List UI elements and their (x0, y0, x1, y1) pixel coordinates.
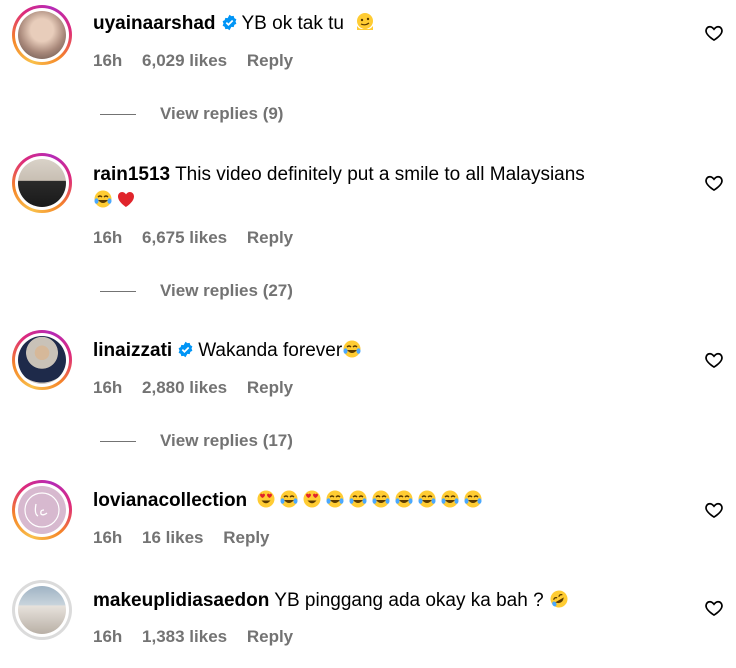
heart-outline-icon[interactable] (704, 500, 724, 520)
comment-text-line: linaizzati Wakanda forever (93, 338, 365, 364)
view-replies-button[interactable]: View replies (27) (100, 281, 293, 301)
reply-button[interactable]: Reply (247, 51, 293, 70)
comment-meta: 16h 2,880 likes Reply (93, 378, 308, 398)
view-replies-button[interactable]: View replies (9) (100, 104, 283, 124)
tears-of-joy-emoji (94, 190, 112, 208)
avatar-story-ring[interactable] (12, 5, 72, 65)
tears-of-joy-emoji (441, 490, 459, 508)
timestamp[interactable]: 16h (93, 51, 122, 70)
red-heart-emoji (118, 192, 134, 207)
view-replies-button[interactable]: View replies (17) (100, 431, 293, 451)
melting-face-emoji (357, 13, 374, 30)
avatar (18, 159, 66, 207)
avatar (18, 336, 66, 384)
comment-text-line: uyainaarshad YB ok tak tu (93, 11, 378, 37)
like-count[interactable]: 6,675 likes (142, 228, 227, 247)
heart-eyes-emoji (303, 490, 321, 508)
tears-of-joy-emoji (418, 490, 436, 508)
brand-logo-icon (24, 492, 60, 528)
username[interactable]: linaizzati (93, 340, 172, 361)
username[interactable]: rain1513 (93, 164, 170, 185)
heart-outline-icon[interactable] (704, 350, 724, 370)
like-count[interactable]: 2,880 likes (142, 378, 227, 397)
avatar-ring[interactable] (12, 580, 72, 640)
heart-eyes-emoji (257, 490, 275, 508)
avatar (18, 486, 66, 534)
reply-button[interactable]: Reply (247, 627, 293, 646)
avatar (18, 586, 66, 634)
username[interactable]: uyainaarshad (93, 13, 216, 34)
avatar-story-ring[interactable] (12, 330, 72, 390)
timestamp[interactable]: 16h (93, 528, 122, 547)
comment-text-line: lovianacollection (93, 488, 486, 514)
comment-text: This video definitely put a smile to all… (175, 164, 585, 185)
tears-of-joy-emoji (464, 490, 482, 508)
comment-text: YB ok tak tu (241, 13, 344, 34)
tears-of-joy-emoji (349, 490, 367, 508)
tears-of-joy-emoji (280, 490, 298, 508)
like-count[interactable]: 1,383 likes (142, 627, 227, 646)
comment-meta: 16h 6,029 likes Reply (93, 51, 308, 71)
heart-outline-icon[interactable] (704, 598, 724, 618)
replies-divider (100, 114, 136, 116)
rolling-laughing-emoji (550, 590, 568, 608)
tears-of-joy-emoji (343, 340, 361, 358)
tears-of-joy-emoji (372, 490, 390, 508)
avatar-story-ring[interactable] (12, 153, 72, 213)
tears-of-joy-emoji (326, 490, 344, 508)
avatar (18, 11, 66, 59)
heart-outline-icon[interactable] (704, 173, 724, 193)
heart-outline-icon[interactable] (704, 23, 724, 43)
reply-button[interactable]: Reply (223, 528, 269, 547)
comment-text-line: makeuplidiasaedon YB pinggang ada okay k… (93, 588, 572, 614)
comment-meta: 16h 1,383 likes Reply (93, 627, 308, 647)
tears-of-joy-emoji (395, 490, 413, 508)
like-count[interactable]: 6,029 likes (142, 51, 227, 70)
timestamp[interactable]: 16h (93, 627, 122, 646)
avatar-story-ring[interactable] (12, 480, 72, 540)
comment-text: Wakanda forever (198, 340, 343, 361)
replies-divider (100, 441, 136, 443)
comment-emoji-line (93, 188, 139, 214)
verified-badge-icon (222, 14, 236, 31)
timestamp[interactable]: 16h (93, 228, 122, 247)
comment-emoji-row (256, 490, 486, 511)
comment-meta: 16h 16 likes Reply (93, 528, 285, 548)
replies-divider (100, 291, 136, 293)
username[interactable]: makeuplidiasaedon (93, 590, 269, 611)
like-count[interactable]: 16 likes (142, 528, 203, 547)
comment-text-line: rain1513 This video definitely put a smi… (93, 162, 585, 188)
username[interactable]: lovianacollection (93, 490, 247, 511)
comment-meta: 16h 6,675 likes Reply (93, 228, 308, 248)
reply-button[interactable]: Reply (247, 378, 293, 397)
timestamp[interactable]: 16h (93, 378, 122, 397)
verified-badge-icon (178, 341, 193, 358)
reply-button[interactable]: Reply (247, 228, 293, 247)
comment-text: YB pinggang ada okay ka bah ? (274, 590, 544, 611)
